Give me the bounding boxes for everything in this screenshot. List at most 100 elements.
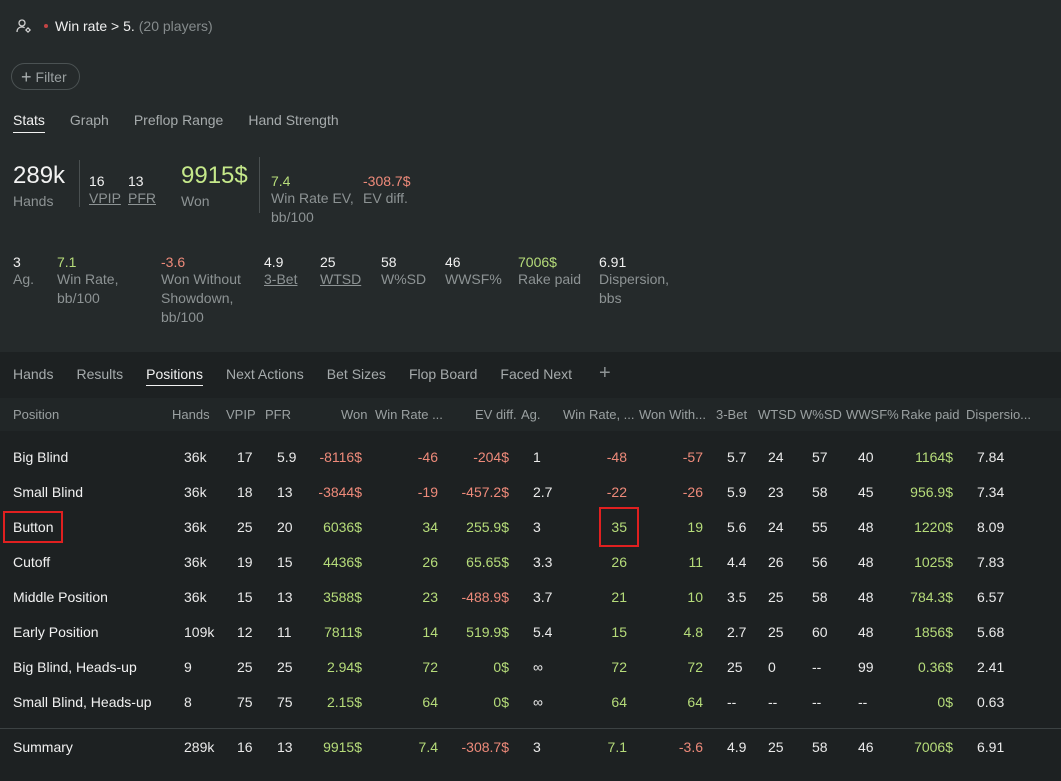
cell-position: Small Blind	[13, 484, 84, 500]
column-header-ev-diff[interactable]: EV diff.	[475, 407, 517, 422]
cell-3bet: --	[727, 694, 737, 710]
cell-rake: 956.9$	[910, 484, 953, 500]
cell-rake: 1164$	[915, 449, 953, 465]
tab-positions[interactable]: Positions	[146, 366, 203, 386]
stat-winrate: 7.1 Win Rate, bb/100	[57, 254, 119, 306]
cell-winrate-ev: 23	[422, 589, 438, 605]
tab-hands[interactable]: Hands	[13, 366, 53, 385]
stat-3bet: 4.9 3-Bet	[264, 254, 298, 287]
divider	[259, 157, 260, 213]
table-row[interactable]: Middle Position 36k 15 13 3588$ 23 -488.9$ 3.7 2…	[0, 580, 1061, 615]
breadcrumb: Win rate > 5. (20 players)	[16, 16, 213, 36]
stat-won: 9915$ Won	[181, 162, 248, 209]
tab-hand-strength[interactable]: Hand Strength	[248, 112, 338, 133]
cell-rake: 1025$	[914, 554, 953, 570]
tab-flop-board[interactable]: Flop Board	[409, 366, 477, 385]
stat-won-without-showdown: -3.6 Won Without Showdown, bb/100	[161, 254, 241, 325]
stat-vpip: 16 VPIP	[89, 173, 121, 206]
cell-position: Cutoff	[13, 554, 51, 570]
add-tab-icon[interactable]: +	[599, 363, 611, 383]
column-header-ag[interactable]: Ag.	[521, 407, 541, 422]
column-header-winrate-ev[interactable]: Win Rate ...	[375, 407, 443, 422]
cell-winrate-ev: -19	[417, 484, 438, 500]
cell-winrate: -22	[606, 484, 627, 500]
column-header-pfr[interactable]: PFR	[265, 407, 291, 422]
cell-winrate: 72	[611, 659, 627, 675]
table-row[interactable]: Big Blind 36k 17 5.9 -8116$ -46 -204$ 1 -48 -57 5.…	[0, 440, 1061, 475]
cell-position: Summary	[13, 739, 73, 755]
cell-ag: ∞	[533, 694, 543, 710]
cell-wwsf: 48	[858, 519, 874, 535]
cell-dispersion: 6.57	[977, 589, 1005, 605]
filter-title[interactable]: Win rate > 5.	[55, 18, 135, 34]
column-header-3bet[interactable]: 3-Bet	[716, 407, 747, 422]
cell-won: 7811$	[324, 624, 362, 640]
cell-wtsd: 25	[768, 739, 784, 755]
cell-winrate-ev: 72	[422, 659, 438, 675]
filter-button[interactable]: + Filter	[11, 63, 80, 90]
cell-position: Big Blind, Heads-up	[13, 659, 137, 675]
summary-row[interactable]: Summary 289k 16 13 9915$ 7.4 -308.7$ 3 7.1 -3.6 4.…	[0, 730, 1061, 765]
cell-vpip: 16	[237, 739, 253, 755]
column-header-hands[interactable]: Hands	[172, 407, 210, 422]
cell-vpip: 25	[237, 519, 253, 535]
tab-preflop-range[interactable]: Preflop Range	[134, 112, 224, 133]
cell-ev-diff: -488.9$	[461, 589, 509, 605]
cell-3bet: 4.4	[727, 554, 747, 570]
players-settings-icon[interactable]	[16, 18, 32, 34]
column-header-dispersion[interactable]: Dispersio...	[966, 407, 1031, 422]
column-header-wwsf[interactable]: WWSF%	[846, 407, 899, 422]
cell-pfr: 13	[277, 484, 293, 500]
table-row[interactable]: Early Position 109k 12 11 7811$ 14 519.9$ 5.4 15…	[0, 615, 1061, 650]
cell-wwsf: 45	[858, 484, 874, 500]
tab-graph[interactable]: Graph	[70, 112, 109, 133]
cell-ag: 3	[533, 519, 541, 535]
stat-hands: 289k Hands	[13, 162, 66, 209]
tab-bet-sizes[interactable]: Bet Sizes	[327, 366, 386, 385]
column-header-position[interactable]: Position	[13, 407, 59, 422]
table-row[interactable]: Button 36k 25 20 6036$ 34 255.9$ 3 35 19 5.6 24 55 48…	[0, 507, 1061, 547]
cell-wsd: 55	[812, 519, 828, 535]
table-row[interactable]: Small Blind 36k 18 13 -3844$ -19 -457.2$ 2.7 -22…	[0, 475, 1061, 510]
cell-won-wo-sd: -57	[682, 449, 703, 465]
table-row[interactable]: Big Blind, Heads-up 9 25 25 2.94$ 72 0$ ∞ 72 72 25…	[0, 650, 1061, 685]
cell-pfr: 15	[277, 554, 293, 570]
cell-hands: 289k	[184, 739, 215, 755]
tab-next-actions[interactable]: Next Actions	[226, 366, 304, 385]
tab-stats[interactable]: Stats	[13, 112, 45, 133]
cell-won: 6036$	[323, 519, 362, 535]
tab-faced-next[interactable]: Faced Next	[500, 366, 572, 385]
column-header-vpip[interactable]: VPIP	[226, 407, 256, 422]
column-header-rake[interactable]: Rake paid	[901, 407, 960, 422]
cell-wtsd: 25	[768, 624, 784, 640]
cell-pfr: 13	[277, 589, 293, 605]
table-row[interactable]: Small Blind, Heads-up 8 75 75 2.15$ 64 0$ ∞ 64 64…	[0, 685, 1061, 720]
cell-winrate: 7.1	[607, 739, 627, 755]
cell-dispersion: 2.41	[977, 659, 1005, 675]
cell-3bet: 2.7	[727, 624, 747, 640]
cell-position: Big Blind	[13, 449, 69, 465]
cell-ag: 3	[533, 739, 541, 755]
cell-hands: 36k	[184, 449, 207, 465]
cell-vpip: 17	[237, 449, 253, 465]
cell-wsd: 58	[812, 589, 828, 605]
column-header-won[interactable]: Won	[341, 407, 368, 422]
stat-ag: 3 Ag.	[13, 254, 35, 287]
cell-vpip: 18	[237, 484, 253, 500]
column-header-winrate[interactable]: Win Rate, ...	[563, 407, 635, 422]
column-header-wsd[interactable]: W%SD	[800, 407, 842, 422]
cell-rake: 0$	[937, 694, 953, 710]
cell-winrate: 26	[611, 554, 627, 570]
cell-3bet: 5.9	[727, 484, 747, 500]
cell-ag: ∞	[533, 659, 543, 675]
cell-position: Early Position	[13, 624, 99, 640]
tab-results[interactable]: Results	[76, 366, 123, 385]
column-header-wtsd[interactable]: WTSD	[758, 407, 796, 422]
table-row[interactable]: Cutoff 36k 19 15 4436$ 26 65.65$ 3.3 26 11 4.4 26 56…	[0, 545, 1061, 580]
cell-3bet: 5.6	[727, 519, 747, 535]
column-header-won-wo-sd[interactable]: Won With...	[639, 407, 706, 422]
report-tabs: Hands Results Positions Next Actions Bet…	[13, 363, 611, 386]
cell-hands: 36k	[184, 589, 207, 605]
cell-winrate-ev: 34	[422, 519, 438, 535]
cell-ev-diff: 0$	[493, 659, 509, 675]
